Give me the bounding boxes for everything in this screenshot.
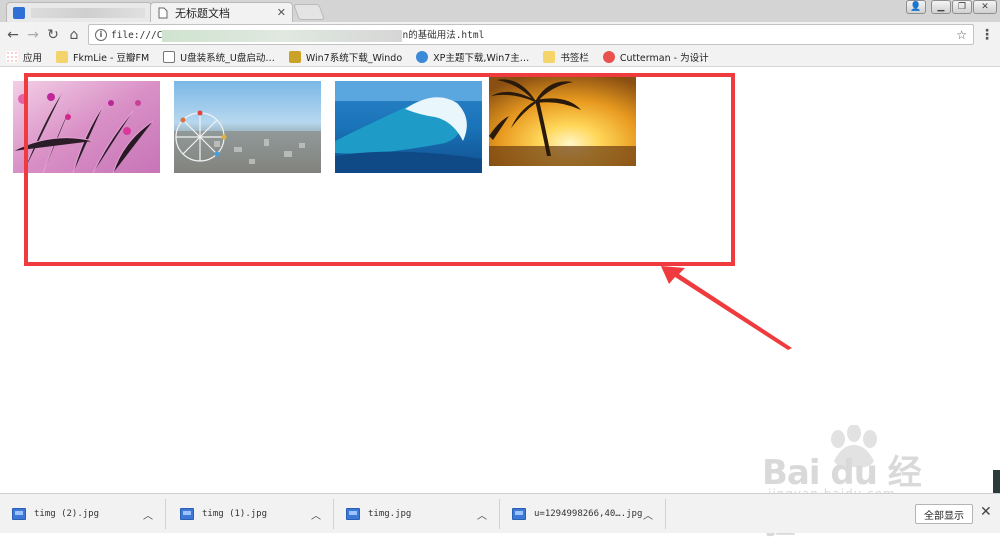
- chevron-up-icon[interactable]: ︿: [477, 507, 487, 522]
- address-bar[interactable]: i file:///C n的基础用法.html ☆: [88, 24, 974, 45]
- theme-icon: [416, 50, 429, 63]
- download-name: timg (1).jpg: [202, 509, 268, 519]
- jpg-file-icon: [346, 508, 360, 520]
- bookmark-label: Win7系统下载_Windo: [305, 52, 403, 64]
- forward-arrow-icon[interactable]: →: [24, 26, 42, 44]
- bookmark-upan[interactable]: U盘装系统_U盘启动…: [163, 50, 275, 64]
- jpg-file-icon: [12, 508, 26, 520]
- cutterman-icon: [602, 50, 615, 63]
- navigation-toolbar: ← → ↻ ⌂ i file:///C n的基础用法.html ☆ ⋮: [0, 22, 1000, 47]
- tab-background[interactable]: [6, 2, 152, 22]
- menu-dots-icon[interactable]: ⋮: [978, 26, 996, 44]
- download-item[interactable]: timg (2).jpg ︿: [0, 499, 166, 529]
- tab-active[interactable]: 无标题文档 ✕: [150, 2, 293, 22]
- new-tab-button[interactable]: [293, 4, 325, 20]
- highlight-rectangle: [24, 73, 735, 266]
- close-icon[interactable]: ✕: [980, 504, 992, 520]
- annotation-arrow: [661, 266, 792, 350]
- chevron-up-icon[interactable]: ︿: [143, 507, 153, 522]
- bookmark-star-icon[interactable]: ☆: [956, 28, 967, 42]
- bookmark-label: U盘装系统_U盘启动…: [180, 52, 275, 64]
- bookmark-xp[interactable]: XP主题下载,Win7主…: [416, 50, 529, 64]
- profile-icon[interactable]: 👤: [906, 0, 926, 14]
- tab-title: [31, 7, 145, 18]
- douban-icon: [56, 50, 69, 63]
- bookmark-win7[interactable]: Win7系统下载_Windo: [288, 50, 403, 64]
- jpg-file-icon: [180, 508, 194, 520]
- download-bar: timg (2).jpg ︿ timg (1).jpg ︿ timg.jpg ︿…: [0, 493, 1000, 533]
- restore-button[interactable]: ❐: [952, 0, 972, 14]
- folder-icon: [543, 50, 556, 63]
- bookmark-douban[interactable]: FkmLie - 豆瓣FM: [56, 50, 149, 64]
- bookmark-folder[interactable]: 书签栏: [543, 50, 589, 64]
- download-item[interactable]: u=1294998266,40….jpg ︿: [500, 499, 666, 529]
- url-prefix: file:///C: [111, 30, 163, 42]
- bookmark-cutterman[interactable]: Cutterman - 为设计: [602, 50, 709, 64]
- bookmark-label: Cutterman - 为设计: [619, 52, 709, 64]
- bookmark-apps[interactable]: 应用: [6, 50, 42, 64]
- minimize-button[interactable]: ▁: [931, 0, 951, 14]
- close-tab-icon[interactable]: ✕: [277, 6, 286, 19]
- download-name: u=1294998266,40….jpg: [534, 509, 643, 519]
- jpg-file-icon: [512, 508, 526, 520]
- download-name: timg (2).jpg: [34, 509, 100, 519]
- apps-grid-icon: [6, 50, 18, 63]
- url-text[interactable]: file:///C n的基础用法.html: [111, 27, 956, 42]
- tab-strip: 无标题文档 ✕ 👤 ▁ ❐ ✕: [0, 0, 1000, 22]
- url-redacted: [162, 29, 403, 42]
- chevron-up-icon[interactable]: ︿: [311, 507, 321, 522]
- bookmark-label: XP主题下载,Win7主…: [433, 52, 530, 64]
- page-icon: [163, 50, 176, 63]
- download-item[interactable]: timg (1).jpg ︿: [168, 499, 334, 529]
- download-item[interactable]: timg.jpg ︿: [334, 499, 500, 529]
- back-arrow-icon[interactable]: ←: [4, 26, 22, 44]
- url-suffix: n的基础用法.html: [402, 30, 485, 42]
- document-icon: [158, 7, 168, 18]
- bookmark-label: FkmLie - 豆瓣FM: [73, 52, 150, 64]
- bookmark-label: 应用: [23, 52, 43, 64]
- download-name: timg.jpg: [368, 509, 412, 519]
- bookmarks-bar: 应用 FkmLie - 豆瓣FM U盘装系统_U盘启动… Win7系统下载_Wi…: [0, 47, 1000, 67]
- info-icon[interactable]: i: [95, 28, 107, 41]
- reload-icon[interactable]: ↻: [44, 26, 62, 44]
- tab-title: 无标题文档: [175, 6, 230, 20]
- cube-icon: [288, 50, 301, 63]
- baidu-paw-icon: [13, 6, 25, 19]
- show-all-button[interactable]: 全部显示: [915, 504, 973, 524]
- close-window-button[interactable]: ✕: [973, 0, 997, 14]
- chevron-up-icon[interactable]: ︿: [643, 507, 653, 522]
- home-icon[interactable]: ⌂: [65, 26, 83, 44]
- bookmark-label: 书签栏: [560, 52, 589, 64]
